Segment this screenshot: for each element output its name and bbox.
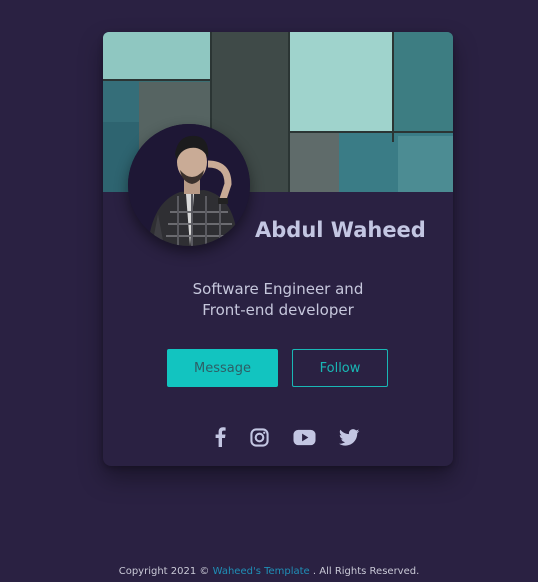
social-links [103, 426, 453, 450]
profile-name: Abdul Waheed [255, 218, 426, 242]
avatar [128, 124, 250, 246]
facebook-icon[interactable] [213, 426, 227, 448]
message-button[interactable]: Message [167, 349, 278, 387]
profile-bio: Software Engineer and Front-end develope… [103, 279, 453, 321]
youtube-icon[interactable] [292, 426, 316, 448]
twitter-icon[interactable] [338, 426, 360, 448]
bio-line-2: Front-end developer [202, 301, 354, 319]
footer-suffix: . All Rights Reserved. [309, 566, 420, 577]
footer-prefix: Copyright 2021 © [118, 566, 213, 577]
follow-button[interactable]: Follow [292, 349, 388, 387]
bio-line-1: Software Engineer and [192, 280, 364, 298]
page: Abdul Waheed Software Engineer and Front… [0, 0, 538, 582]
instagram-icon[interactable] [248, 426, 270, 448]
footer-link[interactable]: Waheed's Template [213, 566, 310, 577]
footer: Copyright 2021 © Waheed's Template . All… [0, 566, 538, 577]
profile-card: Abdul Waheed Software Engineer and Front… [103, 32, 453, 466]
